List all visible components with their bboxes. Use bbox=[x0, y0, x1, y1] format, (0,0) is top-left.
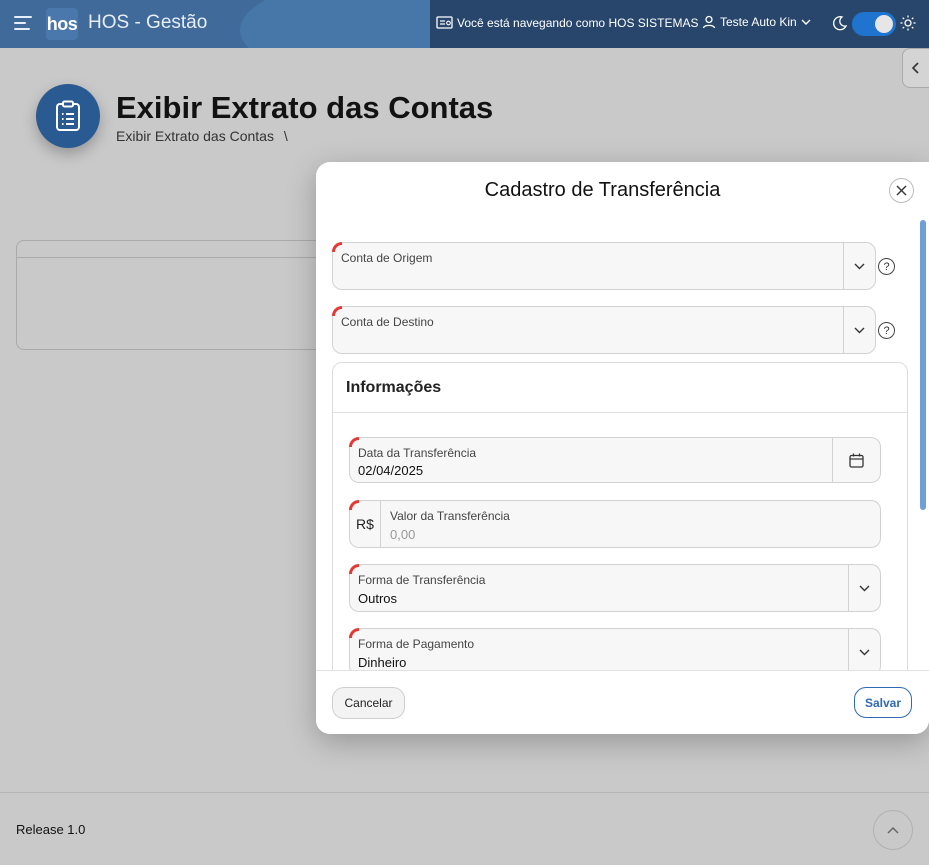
breadcrumb: Exibir Extrato das Contas \ bbox=[116, 128, 288, 144]
conta-destino-label: Conta de Destino bbox=[341, 315, 434, 329]
top-bar: hos HOS - Gestão Você está navegando com… bbox=[0, 0, 929, 48]
conta-origem-dropdown[interactable] bbox=[843, 243, 875, 289]
forma-transferencia-label: Forma de Transferência bbox=[358, 573, 486, 587]
conta-destino-select[interactable]: Conta de Destino bbox=[332, 306, 876, 354]
breadcrumb-item[interactable]: Exibir Extrato das Contas bbox=[116, 128, 274, 144]
valor-transferencia-field[interactable]: R$ Valor da Transferência 0,00 bbox=[349, 500, 881, 548]
forma-pagamento-value: Dinheiro bbox=[358, 655, 407, 670]
user-menu[interactable]: Teste Auto Kin bbox=[702, 15, 811, 29]
user-name: Teste Auto Kin bbox=[720, 15, 797, 29]
section-title: Informações bbox=[346, 379, 442, 396]
chevron-down-icon bbox=[854, 327, 865, 333]
chevron-up-icon bbox=[887, 826, 899, 834]
valor-transferencia-placeholder: 0,00 bbox=[390, 527, 416, 542]
help-icon[interactable]: ? bbox=[878, 322, 895, 339]
scroll-to-top-button[interactable] bbox=[873, 810, 913, 850]
calendar-button[interactable] bbox=[832, 438, 880, 482]
transfer-modal: Cadastro de Transferência Conta de Orige… bbox=[316, 162, 929, 734]
forma-pagamento-select[interactable]: Forma de Pagamento Dinheiro bbox=[349, 628, 881, 676]
chevron-down-icon bbox=[801, 19, 811, 25]
conta-destino-dropdown[interactable] bbox=[843, 307, 875, 353]
currency-prefix: R$ bbox=[350, 501, 381, 547]
theme-toggle-knob bbox=[875, 15, 893, 33]
conta-origem-label: Conta de Origem bbox=[341, 251, 433, 265]
navigating-as-text: Você está navegando como HOS SISTEMAS bbox=[457, 16, 699, 30]
page-icon bbox=[36, 84, 100, 148]
app-logo: hos bbox=[46, 8, 78, 40]
release-version: Release 1.0 bbox=[16, 822, 86, 837]
background-card bbox=[16, 240, 336, 350]
theme-toggle[interactable] bbox=[852, 12, 896, 36]
forma-pagamento-dropdown[interactable] bbox=[848, 629, 880, 675]
forma-transferencia-value: Outros bbox=[358, 591, 398, 606]
sidebar-collapse-button[interactable] bbox=[902, 48, 929, 88]
moon-icon bbox=[833, 16, 848, 31]
modal-close-button[interactable] bbox=[889, 178, 914, 203]
sun-icon bbox=[900, 15, 916, 31]
close-icon bbox=[896, 185, 907, 196]
calendar-icon bbox=[849, 453, 864, 468]
modal-title: Cadastro de Transferência bbox=[484, 179, 721, 201]
forma-transferencia-dropdown[interactable] bbox=[848, 565, 880, 611]
cancel-button[interactable]: Cancelar bbox=[332, 687, 405, 719]
page-title: Exibir Extrato das Contas bbox=[116, 90, 494, 125]
chevron-down-icon bbox=[859, 585, 870, 591]
company-badge-icon bbox=[436, 16, 453, 29]
modal-scrollbar[interactable] bbox=[920, 220, 926, 510]
forma-transferencia-select[interactable]: Forma de Transferência Outros bbox=[349, 564, 881, 612]
valor-transferencia-label: Valor da Transferência bbox=[390, 509, 510, 523]
data-transferencia-label: Data da Transferência bbox=[358, 446, 477, 460]
page-footer: Release 1.0 bbox=[0, 792, 929, 865]
breadcrumb-separator: \ bbox=[283, 128, 288, 144]
hamburger-menu-icon[interactable] bbox=[14, 16, 32, 30]
conta-origem-select[interactable]: Conta de Origem bbox=[332, 242, 876, 290]
data-transferencia-value: 02/04/2025 bbox=[358, 463, 424, 478]
chevron-left-icon bbox=[911, 62, 919, 74]
data-transferencia-field[interactable]: Data da Transferência 02/04/2025 bbox=[349, 437, 881, 483]
user-icon bbox=[702, 15, 716, 29]
help-icon[interactable]: ? bbox=[878, 258, 895, 275]
forma-pagamento-label: Forma de Pagamento bbox=[358, 637, 475, 651]
clipboard-icon bbox=[56, 100, 80, 131]
app-title: HOS - Gestão bbox=[88, 12, 208, 33]
save-button[interactable]: Salvar bbox=[854, 687, 912, 718]
navigating-as-info[interactable]: Você está navegando como HOS SISTEMAS bbox=[436, 16, 698, 30]
chevron-down-icon bbox=[859, 649, 870, 655]
section-divider bbox=[333, 412, 907, 413]
modal-footer: Cancelar Salvar bbox=[316, 670, 929, 734]
chevron-down-icon bbox=[854, 263, 865, 269]
